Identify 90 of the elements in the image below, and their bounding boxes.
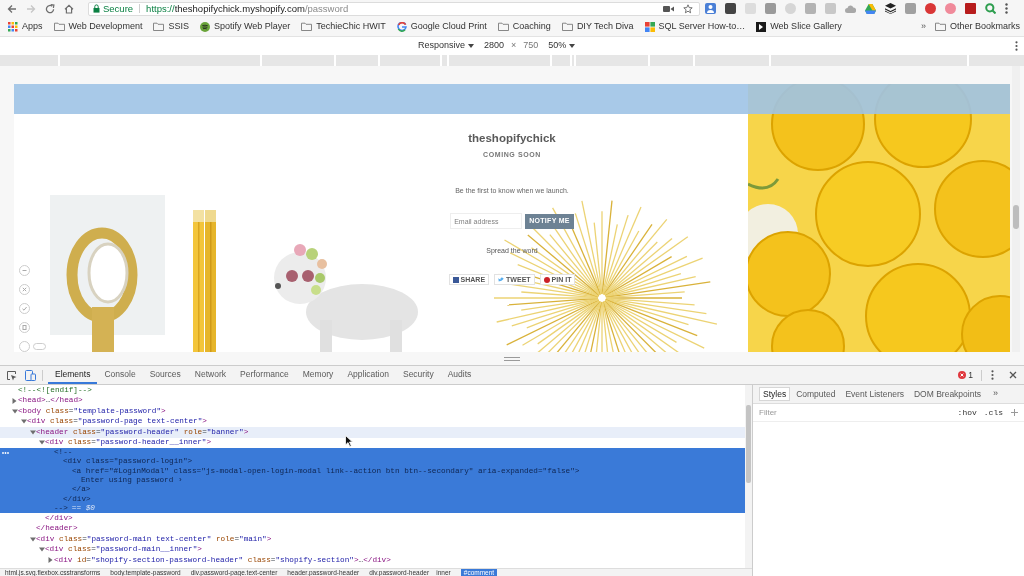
folder-icon	[53, 22, 65, 31]
address-bar[interactable]: Secure https://theshopifychick.myshopify.com/password	[88, 1, 700, 16]
bookmark-link[interactable]: Web Development	[53, 21, 143, 32]
inspect-icon[interactable]	[6, 369, 17, 381]
triangle-down-icon[interactable]	[30, 536, 36, 542]
bookmark-link[interactable]: Google Cloud Print	[396, 21, 487, 32]
devtools-tab[interactable]: Application	[340, 366, 396, 384]
bird-icon	[498, 277, 505, 282]
bookmark-link[interactable]: TechieChic HWIT	[301, 21, 386, 32]
more-options-icon[interactable]	[1015, 41, 1018, 51]
folder-icon	[153, 22, 165, 31]
square-in-circle-icon[interactable]	[19, 322, 30, 333]
star-icon[interactable]	[683, 3, 693, 14]
check-icon[interactable]	[19, 303, 30, 314]
elements-scrollbar-thumb[interactable]	[746, 405, 751, 483]
four-squares-icon	[644, 21, 655, 32]
more-bookmarks-button[interactable]: »	[920, 19, 926, 34]
video-camera-icon[interactable]	[663, 4, 674, 13]
url-text[interactable]: https://theshopifychick.myshopify.com/password	[146, 2, 349, 15]
square-triangle-icon	[756, 21, 767, 32]
caret-icon	[468, 44, 475, 48]
more-options-icon[interactable]	[991, 370, 994, 380]
triangle-down-icon[interactable]	[12, 408, 18, 414]
circle-icon[interactable]	[925, 3, 936, 14]
bookmark-link[interactable]: Web Slice Gallery	[756, 21, 842, 32]
ring-icon	[396, 21, 407, 32]
bookmark-link[interactable]: SQL Server How-to…	[644, 21, 746, 32]
styles-tab[interactable]: Event Listeners	[841, 387, 908, 401]
reload-icon[interactable]	[45, 3, 55, 14]
devtools-tab[interactable]: Performance	[233, 366, 296, 384]
home-icon[interactable]	[64, 3, 74, 14]
bookmark-link[interactable]: Other Bookmarks	[934, 21, 1020, 32]
triangle-right-icon[interactable]	[12, 397, 17, 404]
bookmark-link[interactable]: SSIS	[153, 21, 189, 32]
caret-icon	[569, 44, 576, 48]
store-name: theshopifychick	[468, 131, 556, 145]
devtools-tab[interactable]: Console	[97, 366, 143, 384]
styles-tab[interactable]: Computed	[792, 387, 840, 401]
devices-icon[interactable]	[25, 369, 36, 381]
disc-icon	[199, 21, 210, 32]
height-field[interactable]: 750	[523, 39, 539, 53]
magnifier-icon[interactable]	[985, 3, 996, 14]
folder-icon	[301, 22, 313, 31]
triangle-down-icon[interactable]	[21, 419, 27, 425]
triangle-down-icon[interactable]	[30, 429, 36, 435]
devtools-tab[interactable]: Sources	[142, 366, 188, 384]
triangle-down-icon[interactable]	[39, 440, 45, 446]
stack-icon[interactable]	[885, 3, 896, 14]
class-toggle[interactable]: .cls	[983, 406, 1003, 419]
triangle-down-icon[interactable]	[39, 547, 45, 553]
triangle-right-icon[interactable]	[48, 557, 53, 564]
dimension-separator: ×	[511, 39, 517, 53]
square-icon	[452, 276, 459, 283]
minus-icon[interactable]	[19, 265, 30, 276]
folder-icon	[497, 22, 509, 31]
devtools-tab[interactable]: Security	[395, 366, 441, 384]
bookmark-link[interactable]: Spotify Web Player	[199, 21, 291, 32]
circle-icon[interactable]	[945, 3, 956, 14]
cloud-icon[interactable]	[845, 4, 856, 13]
error-count[interactable]: 1	[968, 368, 973, 382]
bookmark-link[interactable]: Apps	[8, 21, 43, 32]
styles-tab[interactable]: DOM Breakpoints	[909, 387, 986, 401]
error-icon[interactable]	[958, 371, 967, 379]
folder-icon	[561, 22, 573, 31]
plus-icon[interactable]	[1011, 409, 1018, 416]
grid-icon	[8, 21, 18, 32]
zoom-dropdown[interactable]: 50%	[548, 39, 576, 53]
devtools-tab[interactable]: Audits	[440, 366, 479, 384]
page-scrollbar-thumb[interactable]	[1013, 205, 1019, 229]
devtools-tab[interactable]: Network	[187, 366, 233, 384]
device-mode-dropdown[interactable]: Responsive	[418, 39, 475, 53]
width-field[interactable]: 2800	[484, 39, 505, 53]
triangle-icon[interactable]	[865, 3, 876, 14]
folder-icon	[934, 22, 946, 31]
resize-handle-icon[interactable]	[504, 356, 520, 361]
menu-icon[interactable]	[1005, 3, 1008, 14]
secure-label: Secure	[103, 2, 134, 15]
bookmark-link[interactable]: Coaching	[497, 21, 551, 32]
bookmark-link[interactable]: DIY Tech Diva	[561, 21, 634, 32]
styles-tab[interactable]: Styles	[759, 387, 791, 401]
circle-icon	[543, 276, 550, 283]
lock-icon	[93, 4, 100, 13]
more-tabs-button[interactable]: »	[993, 387, 999, 401]
devtools-tab[interactable]: Memory	[295, 366, 341, 384]
hover-state-toggle[interactable]: :hov	[957, 406, 977, 419]
close-icon[interactable]	[1009, 371, 1017, 379]
person-icon[interactable]	[705, 3, 716, 14]
back-icon[interactable]	[7, 3, 17, 14]
mouse-pointer-icon	[345, 435, 353, 447]
square-icon[interactable]	[725, 3, 736, 14]
